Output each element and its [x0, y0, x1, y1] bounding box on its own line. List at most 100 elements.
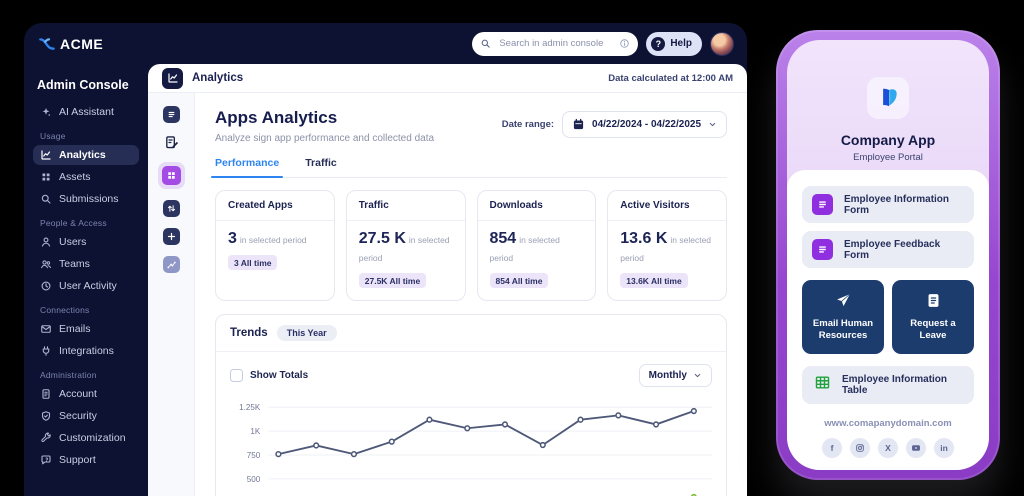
book-logo-icon: [875, 85, 901, 111]
stat-value: 13.6 K: [620, 230, 667, 247]
sidebar-section-connections: Connections: [40, 305, 139, 315]
brand-name: ACME: [60, 36, 103, 52]
admin-console-window: ACME ? Help Admin Console AI Assistant: [24, 23, 747, 496]
document-icon: [925, 292, 942, 309]
search-input[interactable]: [497, 37, 613, 50]
tab-traffic[interactable]: Traffic: [305, 157, 337, 177]
button-label: Employee Feedback Form: [844, 239, 964, 261]
sidebar-item-account[interactable]: Account: [33, 384, 139, 404]
svg-text:750: 750: [247, 450, 261, 459]
chevron-down-icon: [708, 120, 717, 129]
help-label: Help: [670, 38, 692, 49]
sidebar-item-customization[interactable]: Customization: [33, 428, 139, 448]
employee-information-table-button[interactable]: Employee Information Table: [802, 366, 974, 404]
user-icon: [40, 236, 52, 248]
sidebar-item-submissions[interactable]: Submissions: [33, 189, 139, 209]
stat-cards: Created Apps 3in selected period 3 All t…: [215, 190, 727, 301]
chevron-down-icon: [693, 371, 702, 380]
brand-logo[interactable]: ACME: [39, 36, 103, 52]
tab-bar: Performance Traffic: [215, 157, 727, 178]
stat-card-active-visitors: Active Visitors 13.6 Kin selected period…: [607, 190, 727, 301]
trends-title: Trends: [230, 327, 268, 339]
instagram-icon[interactable]: [850, 438, 870, 458]
sort-arrows-icon[interactable]: [163, 200, 180, 217]
scatter-chart-icon[interactable]: [163, 256, 180, 273]
employee-information-form-button[interactable]: Employee Information Form: [802, 186, 974, 223]
svg-text:1.25K: 1.25K: [239, 403, 261, 412]
edit-document-icon[interactable]: [163, 134, 180, 151]
facebook-icon[interactable]: f: [822, 438, 842, 458]
page-title: Apps Analytics: [215, 108, 434, 128]
granularity-dropdown[interactable]: Monthly: [639, 364, 712, 387]
sidebar-item-users[interactable]: Users: [33, 232, 139, 252]
sidebar-item-teams[interactable]: Teams: [33, 254, 139, 274]
analytics-tile-icon: [162, 68, 183, 89]
sidebar-item-security[interactable]: Security: [33, 406, 139, 426]
sidebar-item-analytics[interactable]: Analytics: [33, 145, 139, 165]
stat-title: Downloads: [478, 191, 596, 221]
sidebar-item-emails[interactable]: Emails: [33, 319, 139, 339]
sidebar-item-label: Users: [59, 236, 86, 248]
stat-card-traffic: Traffic 27.5 Kin selected period 27.5K A…: [346, 190, 466, 301]
acme-logo-icon: [39, 37, 55, 51]
sidebar-item-label: Submissions: [59, 193, 119, 205]
paper-plane-icon: [835, 292, 852, 309]
stat-badge: 27.5K All time: [359, 273, 426, 288]
tab-performance[interactable]: Performance: [215, 157, 279, 177]
email-human-resources-button[interactable]: Email Human Resources: [802, 280, 884, 354]
stat-badge: 3 All time: [228, 255, 277, 270]
sidebar-item-assets[interactable]: Assets: [33, 167, 139, 187]
linkedin-icon[interactable]: in: [934, 438, 954, 458]
user-avatar[interactable]: [710, 32, 734, 56]
x-icon[interactable]: X: [878, 438, 898, 458]
date-range-label: Date range:: [502, 119, 554, 130]
stat-badge: 854 All time: [490, 273, 549, 288]
search-info-icon: [619, 38, 630, 49]
page-subtitle: Analyze sign app performance and collect…: [215, 133, 434, 144]
sidebar-section-usage: Usage: [40, 131, 139, 141]
date-range-picker[interactable]: 04/22/2024 - 04/22/2025: [562, 111, 727, 138]
phone-screen: Company App Employee Portal Employee Inf…: [787, 40, 989, 470]
sidebar-item-integrations[interactable]: Integrations: [33, 341, 139, 361]
id-card-icon: [40, 388, 52, 400]
svg-text:500: 500: [247, 474, 261, 483]
add-plus-icon[interactable]: [163, 228, 180, 245]
table-grid-icon: [814, 374, 831, 396]
question-icon: ?: [651, 37, 665, 51]
trends-chart: 1.25K1K7505002500: [216, 395, 726, 496]
breadcrumb: Analytics: [192, 72, 243, 84]
social-links: f X in: [802, 438, 974, 458]
granularity-value: Monthly: [649, 370, 687, 381]
stat-badge: 13.6K All time: [620, 273, 687, 288]
sidebar-item-label: Emails: [59, 323, 91, 335]
company-website-link[interactable]: www.comapanydomain.com: [802, 418, 974, 429]
envelope-icon: [40, 323, 52, 335]
sidebar-item-support[interactable]: Support: [33, 450, 139, 470]
trends-period-pill[interactable]: This Year: [277, 325, 337, 341]
stat-value: 854: [490, 230, 517, 247]
stat-title: Created Apps: [216, 191, 334, 221]
youtube-icon[interactable]: [906, 438, 926, 458]
stat-suffix: in selected period: [240, 235, 307, 245]
stat-card-created-apps: Created Apps 3in selected period 3 All t…: [215, 190, 335, 301]
show-totals-checkbox[interactable]: [230, 369, 243, 382]
admin-search[interactable]: [472, 32, 638, 56]
sidebar-item-ai-assistant[interactable]: AI Assistant: [33, 102, 139, 122]
sidebar-item-label: Customization: [59, 432, 126, 444]
topbar: ACME ? Help: [24, 23, 747, 64]
employee-feedback-form-button[interactable]: Employee Feedback Form: [802, 231, 974, 268]
sidebar: Admin Console AI Assistant Usage Analyti…: [24, 64, 148, 496]
show-totals-label: Show Totals: [250, 370, 308, 381]
stat-card-downloads: Downloads 854in selected period 854 All …: [477, 190, 597, 301]
content-area: Apps Analytics Analyze sign app performa…: [195, 93, 747, 496]
apps-grid-active-wrap[interactable]: [158, 162, 185, 189]
plug-icon: [40, 345, 52, 357]
help-button[interactable]: ? Help: [646, 32, 702, 56]
sidebar-item-label: Analytics: [59, 149, 106, 161]
sidebar-item-user-activity[interactable]: User Activity: [33, 276, 139, 296]
sidebar-item-label: AI Assistant: [59, 106, 114, 118]
users-group-icon: [40, 258, 52, 270]
search-icon: [480, 38, 491, 49]
form-lines-icon[interactable]: [163, 106, 180, 123]
request-a-leave-button[interactable]: Request a Leave: [892, 280, 974, 354]
